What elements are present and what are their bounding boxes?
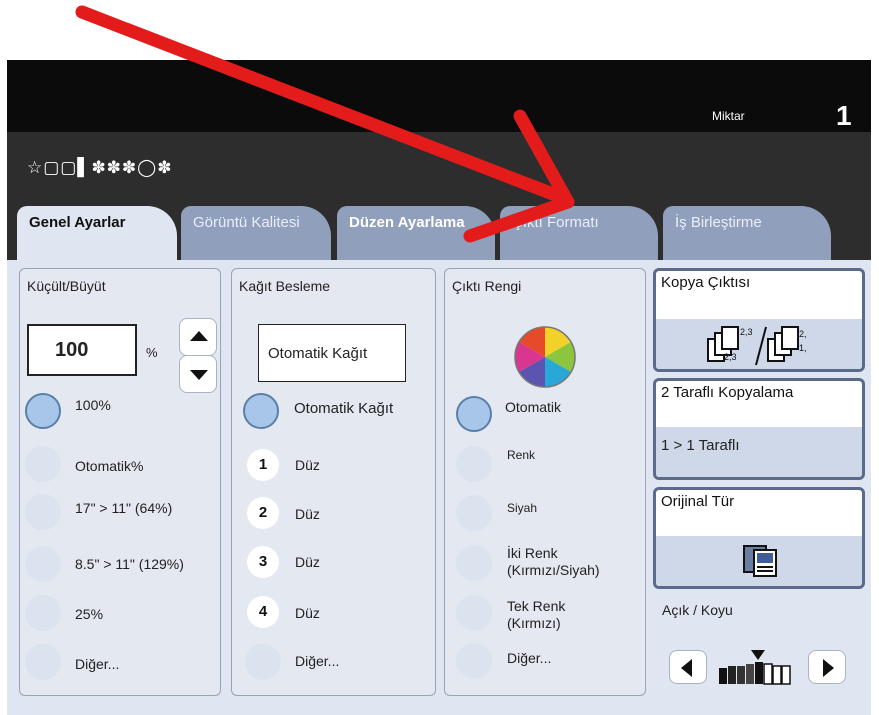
annotation-arrow	[75, 5, 575, 243]
